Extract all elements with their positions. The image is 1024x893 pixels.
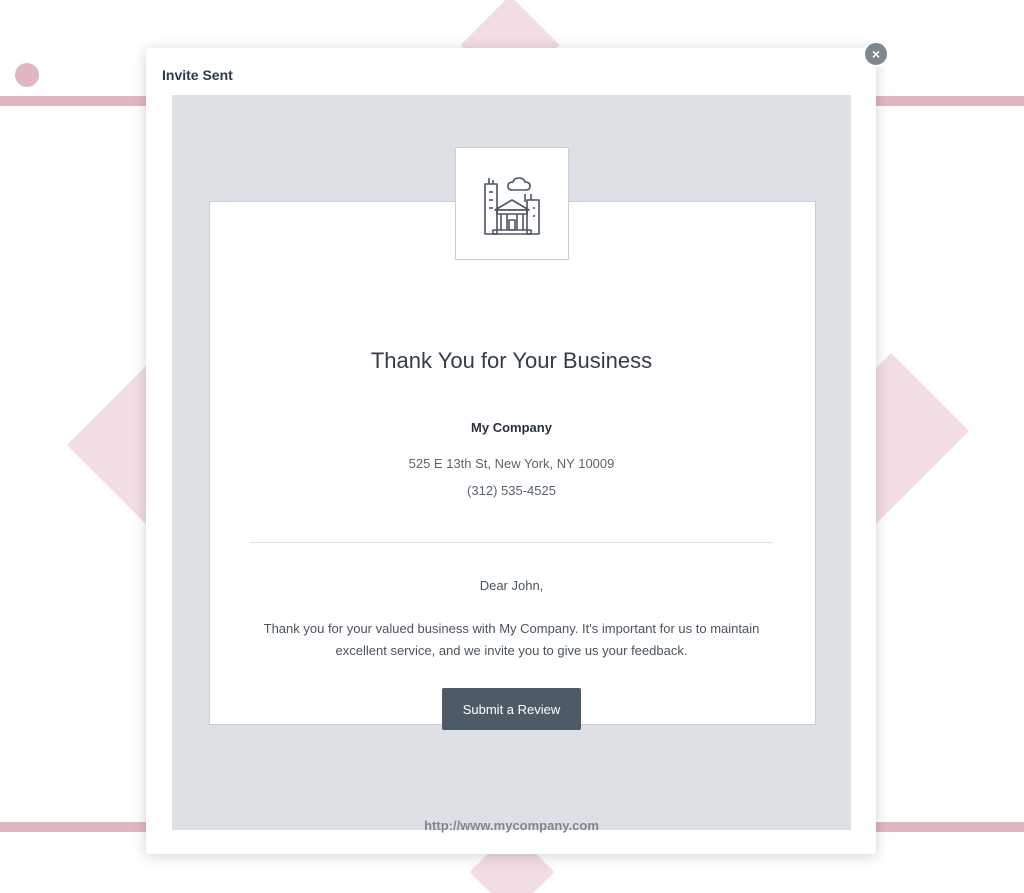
email-preview: Thank You for Your Business My Company 5… bbox=[172, 95, 851, 833]
divider bbox=[250, 542, 773, 543]
company-name: My Company bbox=[471, 420, 552, 435]
company-website-link[interactable]: http://www.mycompany.com bbox=[172, 818, 851, 833]
modal-title: Invite Sent bbox=[162, 67, 233, 83]
company-phone: (312) 535-4525 bbox=[467, 483, 556, 498]
email-heading: Thank You for Your Business bbox=[370, 348, 653, 373]
greeting: Dear John, bbox=[479, 578, 544, 593]
background-dot bbox=[15, 63, 39, 87]
email-body-text: Thank you for your valued business with … bbox=[263, 621, 760, 658]
submit-review-button[interactable]: Submit a Review bbox=[442, 688, 581, 730]
close-icon[interactable]: × bbox=[863, 41, 889, 67]
company-logo bbox=[455, 147, 569, 260]
building-icon bbox=[484, 176, 540, 235]
close-glyph: × bbox=[871, 46, 881, 62]
company-address: 525 E 13th St, New York, NY 10009 bbox=[408, 456, 615, 471]
invite-sent-modal: Invite Sent Thank You for Your Business … bbox=[146, 48, 876, 854]
